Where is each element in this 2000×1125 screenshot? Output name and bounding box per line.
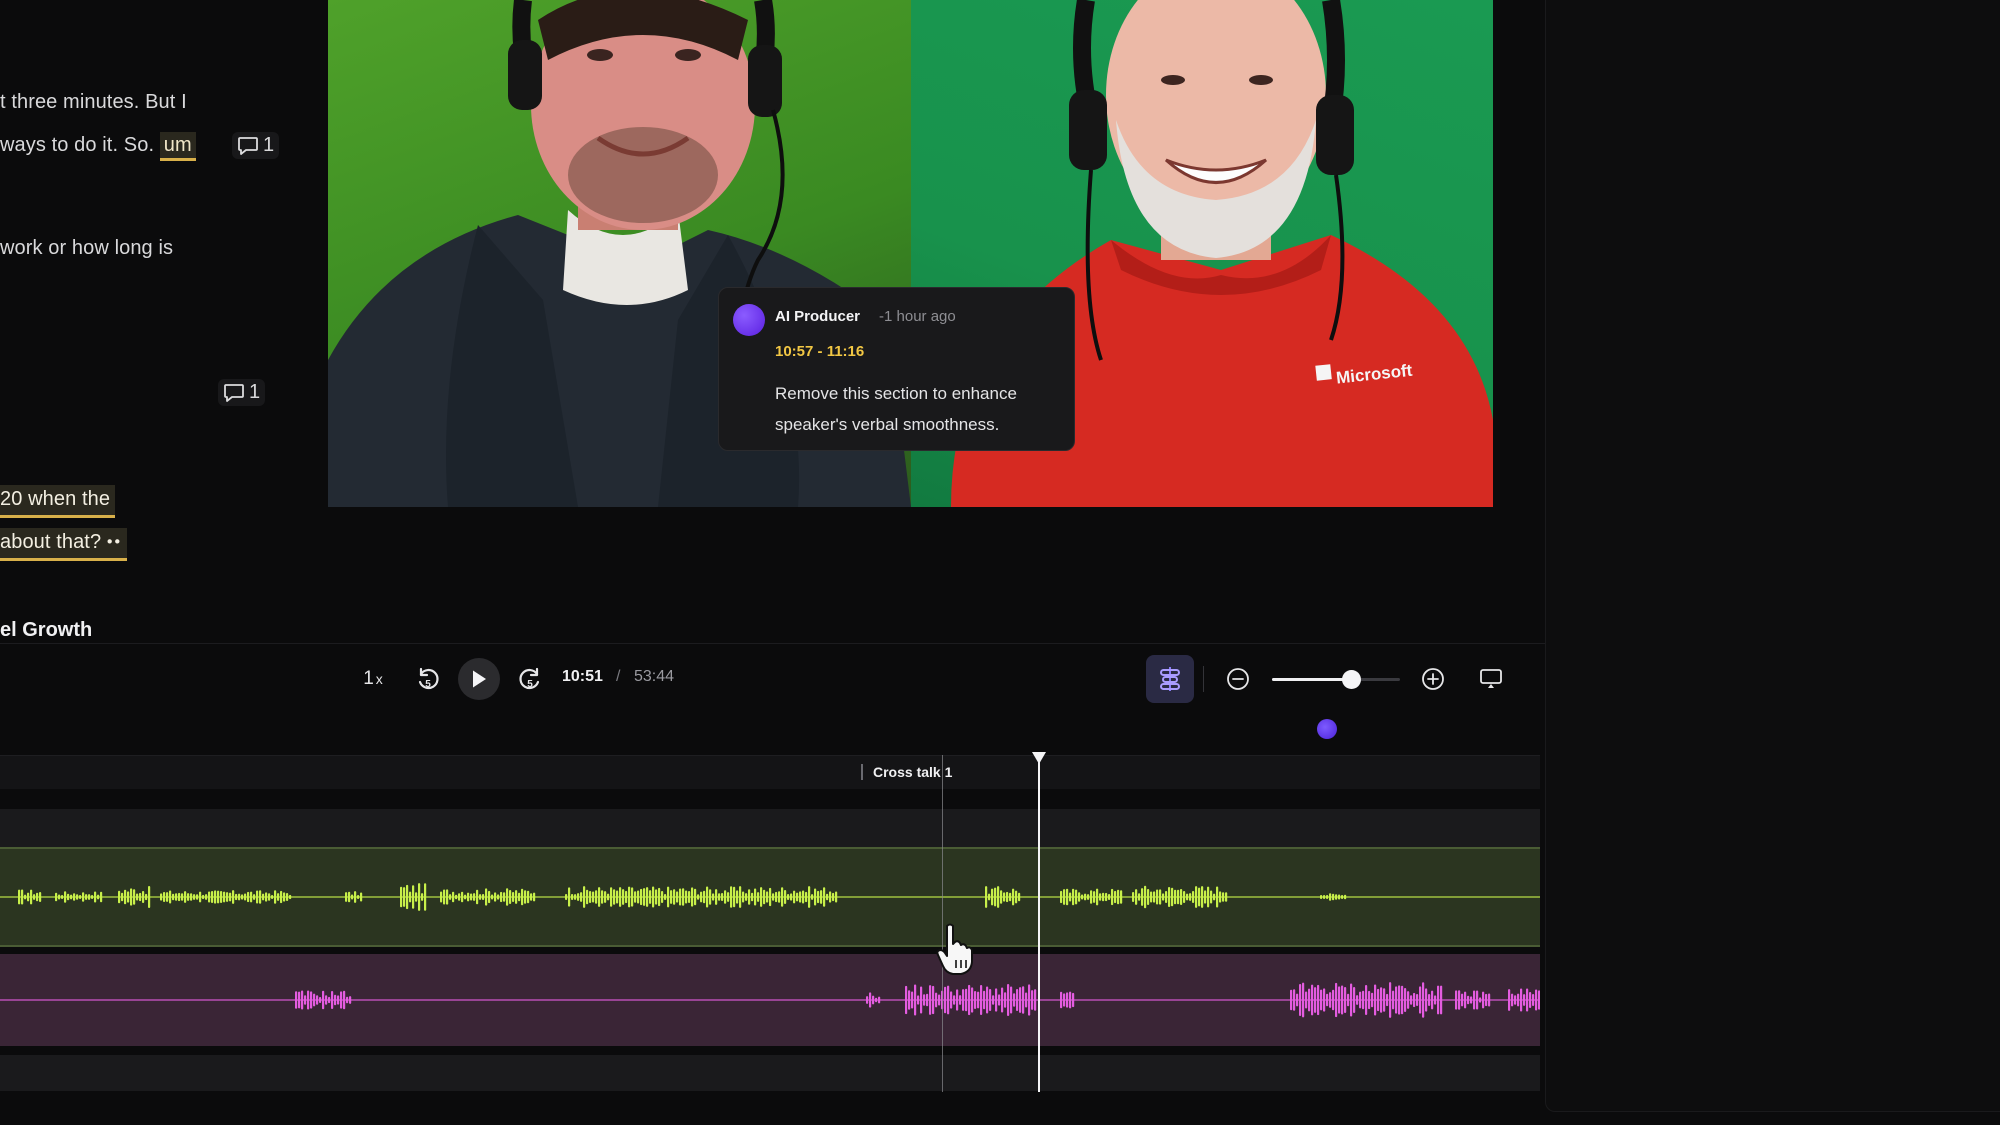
- zoom-slider[interactable]: [1272, 670, 1400, 689]
- comment-badge[interactable]: 1: [232, 132, 280, 159]
- collaborator-presence-dot: [1317, 719, 1337, 739]
- speaker-a-audio-track[interactable]: +: [0, 847, 1540, 1040]
- side-panel: [1545, 0, 2000, 1112]
- forward-5-icon: 5: [519, 667, 540, 690]
- transcript-line-highlighted[interactable]: 20 when the: [0, 485, 116, 518]
- filler-word-highlight[interactable]: um: [159, 132, 196, 161]
- transcript-line[interactable]: t three minutes. But I: [0, 91, 187, 114]
- timeline-ruler[interactable]: Cross talk 1: [0, 755, 1540, 789]
- rewind-5-icon: 5: [418, 667, 439, 690]
- playhead-handle-icon[interactable]: [1031, 751, 1047, 765]
- playback-speed-button[interactable]: 1x: [356, 657, 390, 701]
- total-time: 53:44: [634, 668, 675, 685]
- zoom-slider-fill: [1272, 678, 1352, 681]
- comment-badge[interactable]: 1: [218, 379, 266, 406]
- comment-time-ago: -1 hour ago: [879, 308, 956, 325]
- speaker-b-waveform: [0, 982, 1540, 1018]
- comment-icon: [238, 136, 258, 155]
- transcript-text: ways to do it. So.: [0, 134, 155, 156]
- speed-value: 1: [363, 668, 374, 689]
- transcript-line-highlighted[interactable]: about that? ••: [0, 528, 128, 561]
- comment-count: 1: [263, 134, 275, 156]
- comment-body: Remove this section to enhance speaker's…: [775, 384, 1017, 434]
- ai-comment-popup[interactable]: AI Producer -1 hour ago 10:57 - 11:16 Re…: [718, 287, 1075, 451]
- zoom-in-icon: [1422, 668, 1444, 690]
- crosstalk-marker-label[interactable]: Cross talk 1: [861, 764, 952, 780]
- toolbar-divider: [1203, 666, 1204, 692]
- highlighted-text: 20 when the: [0, 485, 116, 518]
- skip-forward-seconds: 5: [527, 679, 533, 690]
- speaker-a-waveform: [0, 883, 1540, 911]
- skip-forward-button[interactable]: 5: [512, 657, 548, 701]
- timeline-empty-track: [0, 809, 1540, 847]
- transcript-line[interactable]: work or how long is: [0, 237, 173, 260]
- highlighted-text: about that?: [0, 531, 102, 553]
- ai-producer-avatar: [733, 304, 765, 336]
- zoom-slider-handle[interactable]: [1341, 670, 1361, 689]
- play-icon: [473, 670, 486, 688]
- comment-icon: [224, 383, 244, 402]
- speed-suffix: x: [375, 671, 383, 687]
- hand-cursor-icon: [936, 923, 973, 975]
- skip-back-button[interactable]: 5: [410, 657, 446, 701]
- transcript-text: work or how long is: [0, 237, 174, 259]
- align-layout-icon: [1160, 667, 1180, 691]
- timeline-empty-track-bottom: [0, 1055, 1540, 1091]
- play-button[interactable]: [458, 658, 500, 700]
- transcript-text: t three minutes. But I: [0, 91, 187, 113]
- player-controls: 1x 5 5 10:51 / 53:44: [0, 643, 1545, 713]
- display-settings-button[interactable]: [1476, 657, 1506, 701]
- monitor-icon: [1480, 669, 1502, 688]
- timeline-editor[interactable]: Cross talk 1 +: [0, 752, 1540, 1092]
- zoom-out-icon: [1227, 668, 1249, 690]
- skip-back-seconds: 5: [425, 679, 431, 690]
- transcript-line[interactable]: ways to do it. So. um: [0, 132, 196, 161]
- transcript-panel: t three minutes. But I ways to do it. So…: [0, 0, 330, 640]
- comment-time-range[interactable]: 10:57 - 11:16: [775, 343, 864, 360]
- comment-count: 1: [249, 381, 261, 403]
- section-title: el Growth: [0, 619, 93, 640]
- zoom-in-button[interactable]: [1419, 657, 1447, 701]
- transcript-view-toggle[interactable]: [1146, 655, 1194, 703]
- speaker-b-audio-track[interactable]: [0, 954, 1540, 1046]
- video-preview[interactable]: Microsoft AI Producer -1 hour ago 10:57 …: [328, 0, 1493, 507]
- playhead-line[interactable]: [1038, 757, 1040, 1092]
- time-separator: /: [616, 668, 621, 685]
- more-dots[interactable]: ••: [107, 534, 122, 551]
- zoom-out-button[interactable]: [1224, 657, 1252, 701]
- current-time: 10:51: [562, 668, 603, 685]
- comment-author: AI Producer: [775, 308, 861, 325]
